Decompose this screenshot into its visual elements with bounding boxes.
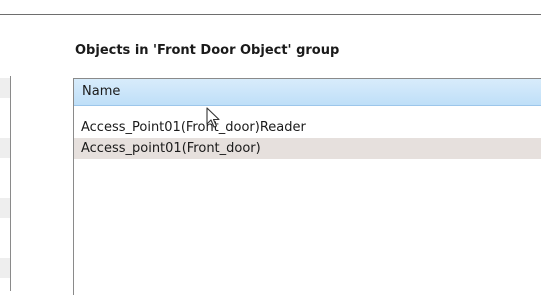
left-list-panel[interactable] — [0, 76, 11, 291]
left-list-row[interactable] — [0, 258, 10, 278]
group-objects-heading: Objects in 'Front Door Object' group — [75, 43, 340, 58]
list-item-selected[interactable]: Access_point01(Front_door) — [74, 138, 541, 159]
name-column-header[interactable]: Name — [74, 79, 541, 106]
left-list-row[interactable] — [0, 138, 10, 158]
name-column-label: Name — [82, 84, 121, 99]
top-divider — [0, 14, 541, 15]
list-item-label: Access_Point01(Front_door)Reader — [81, 120, 306, 135]
group-objects-list[interactable]: Name Access_Point01(Front_door)Reader Ac… — [73, 78, 541, 295]
arrow-pointer-icon — [206, 107, 220, 128]
list-item[interactable]: Access_Point01(Front_door)Reader — [74, 117, 541, 138]
left-list-row[interactable] — [0, 78, 10, 98]
left-list-row[interactable] — [0, 198, 10, 218]
list-item-label: Access_point01(Front_door) — [81, 141, 261, 156]
